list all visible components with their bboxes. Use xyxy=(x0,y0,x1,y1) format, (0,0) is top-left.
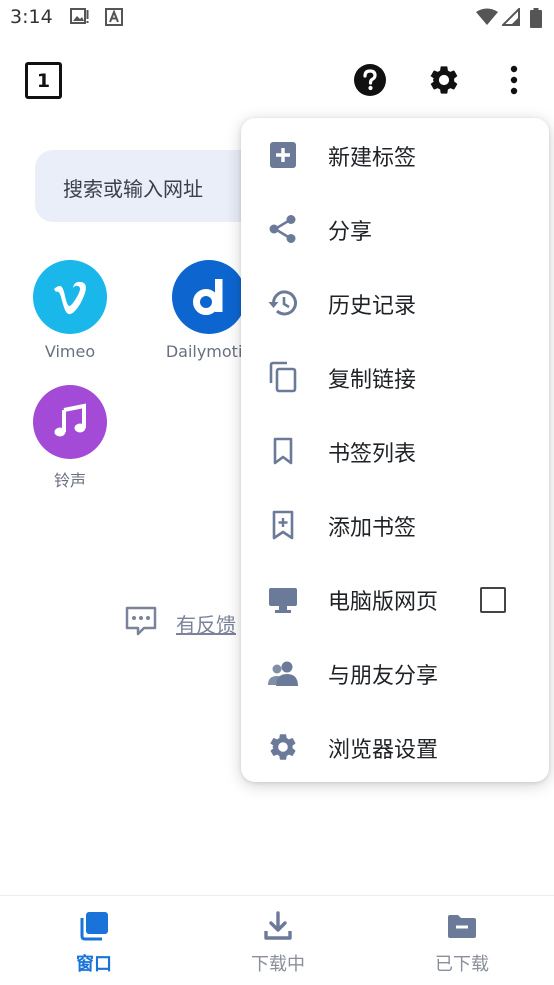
menu-item-share-with-friends[interactable]: 与朋友分享 xyxy=(241,636,549,710)
shortcut-label: 铃声 xyxy=(53,471,86,490)
download-icon xyxy=(264,911,292,940)
menu-item-label: 书签列表 xyxy=(328,442,417,467)
menu-item-label: 历史记录 xyxy=(328,294,417,319)
shortcut-vimeo[interactable]: Vimeo xyxy=(15,260,125,361)
copy-icon xyxy=(269,361,297,393)
feedback-label: 有反馈 xyxy=(176,613,236,637)
folder-icon xyxy=(448,915,476,938)
shortcut-ringtones[interactable]: 铃声 xyxy=(15,385,125,491)
menu-item-copy-link[interactable]: 复制链接 xyxy=(241,340,549,414)
menu-item-add-bookmark[interactable]: 添加书签 xyxy=(241,488,549,562)
people-icon xyxy=(268,661,298,686)
add-box-icon xyxy=(270,142,296,168)
history-icon xyxy=(268,290,297,316)
feedback-link[interactable]: 有反馈 xyxy=(124,605,236,639)
music-note-icon xyxy=(33,385,107,459)
bottom-navigation: 窗口 下载中 已下载 xyxy=(0,895,554,985)
nav-windows[interactable]: 窗口 xyxy=(2,896,186,985)
menu-item-new-tab[interactable]: 新建标签 xyxy=(241,118,549,192)
dailymotion-logo xyxy=(172,260,246,334)
menu-item-history[interactable]: 历史记录 xyxy=(241,266,549,340)
share-icon xyxy=(269,215,296,243)
desktop-icon xyxy=(269,588,297,613)
menu-item-label: 新建标签 xyxy=(328,146,417,171)
menu-item-label: 浏览器设置 xyxy=(328,738,439,763)
menu-item-share[interactable]: 分享 xyxy=(241,192,549,266)
settings-icon[interactable] xyxy=(427,63,461,97)
bookmark-add-icon xyxy=(272,510,294,540)
status-time: 3:14 xyxy=(10,6,53,28)
feedback-icon xyxy=(125,606,157,636)
menu-item-label: 分享 xyxy=(328,220,373,245)
nav-label: 下载中 xyxy=(251,954,305,975)
menu-item-browser-settings[interactable]: 浏览器设置 xyxy=(241,710,549,784)
windows-icon xyxy=(80,912,108,941)
font-icon xyxy=(105,8,123,26)
status-bar: 3:14 xyxy=(0,0,554,34)
nav-downloading[interactable]: 下载中 xyxy=(186,896,370,985)
menu-item-desktop-site[interactable]: 电脑版网页 xyxy=(241,562,549,636)
menu-item-label: 与朋友分享 xyxy=(328,664,439,689)
bookmark-icon xyxy=(273,437,293,465)
image-alert-icon xyxy=(70,8,89,24)
nav-label: 窗口 xyxy=(76,954,112,975)
nav-downloaded[interactable]: 已下载 xyxy=(370,896,554,985)
nav-label: 已下载 xyxy=(435,954,489,975)
tab-count-button[interactable]: 1 xyxy=(25,62,62,99)
vimeo-logo xyxy=(33,260,107,334)
search-placeholder: 搜索或输入网址 xyxy=(63,177,203,201)
overflow-menu: 新建标签 分享 历史记录 复制链接 书签列表 添加书签 电脑版网页 与朋友分享 … xyxy=(241,118,549,782)
wifi-icon xyxy=(476,8,498,25)
gear-icon xyxy=(270,734,296,760)
help-icon[interactable] xyxy=(353,63,387,97)
battery-icon xyxy=(530,8,542,28)
menu-item-label: 复制链接 xyxy=(328,368,417,393)
signal-icon xyxy=(502,8,520,26)
shortcut-label: Vimeo xyxy=(44,342,96,361)
menu-item-label: 电脑版网页 xyxy=(328,590,439,615)
menu-item-bookmarks[interactable]: 书签列表 xyxy=(241,414,549,488)
desktop-site-checkbox[interactable] xyxy=(480,587,506,613)
more-vert-icon[interactable] xyxy=(504,63,524,97)
browser-toolbar: 1 xyxy=(0,50,554,110)
menu-item-label: 添加书签 xyxy=(328,516,417,541)
